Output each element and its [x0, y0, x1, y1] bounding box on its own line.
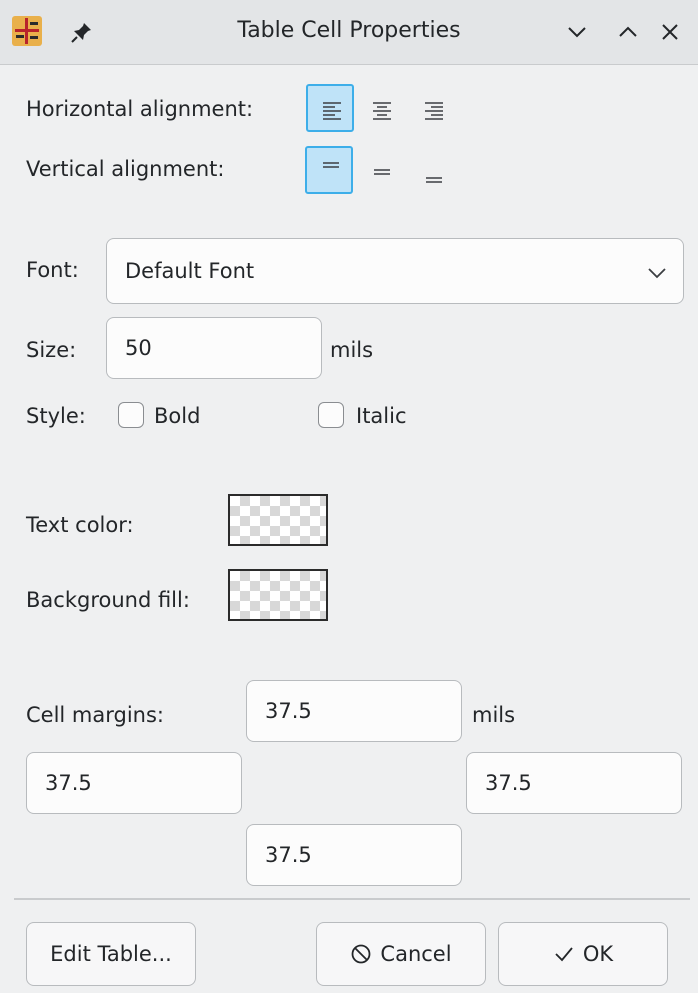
align-right-button[interactable] [408, 84, 456, 132]
align-bottom-icon [426, 177, 442, 183]
align-left-icon [323, 102, 341, 120]
ok-button-label: OK [582, 942, 614, 966]
chevron-down-icon [648, 268, 666, 279]
edit-table-button-label: Edit Table... [50, 942, 172, 966]
italic-checkbox[interactable] [318, 402, 344, 428]
size-unit-label: mils [330, 338, 374, 362]
horizontal-alignment-label: Horizontal alignment: [26, 97, 254, 121]
align-bottom-button[interactable] [408, 146, 456, 194]
align-middle-icon [374, 169, 390, 175]
vertical-alignment-label: Vertical alignment: [26, 157, 225, 181]
cancel-button-label: Cancel [380, 942, 452, 966]
align-center-icon [373, 102, 391, 120]
italic-label[interactable]: Italic [356, 404, 407, 428]
bold-label[interactable]: Bold [154, 404, 200, 428]
align-right-icon [425, 102, 443, 120]
font-select[interactable]: Default Font [106, 238, 684, 304]
align-left-button[interactable] [306, 84, 354, 132]
cancel-button[interactable]: Cancel [316, 922, 486, 986]
bold-checkbox[interactable] [118, 402, 144, 428]
text-color-swatch[interactable] [228, 494, 328, 546]
align-top-button[interactable] [305, 146, 353, 194]
size-label: Size: [26, 338, 77, 362]
text-color-label: Text color: [26, 513, 134, 537]
title-bar: Table Cell Properties [0, 0, 698, 65]
margin-left-input[interactable]: 37.5 [26, 752, 242, 814]
margin-bottom-input[interactable]: 37.5 [246, 824, 462, 886]
align-top-icon [323, 162, 339, 168]
align-middle-button[interactable] [356, 146, 404, 194]
margins-unit-label: mils [472, 703, 516, 727]
font-label: Font: [26, 258, 79, 282]
style-label: Style: [26, 404, 86, 428]
cell-margins-label: Cell margins: [26, 703, 165, 727]
checkmark-icon [555, 947, 573, 962]
background-fill-swatch[interactable] [228, 569, 328, 621]
margin-right-input[interactable]: 37.5 [466, 752, 682, 814]
background-fill-label: Background fill: [26, 588, 190, 612]
ok-button[interactable]: OK [498, 922, 668, 986]
cancel-icon [352, 944, 371, 964]
edit-table-button[interactable]: Edit Table... [26, 922, 196, 986]
margin-top-input[interactable]: 37.5 [246, 680, 462, 742]
font-select-value: Default Font [125, 259, 255, 283]
window-title: Table Cell Properties [237, 18, 461, 43]
chevron-down-icon[interactable] [563, 18, 591, 46]
align-center-button[interactable] [356, 84, 404, 132]
chevron-up-icon[interactable] [614, 18, 642, 46]
close-icon[interactable] [656, 18, 684, 46]
size-input[interactable]: 50 [106, 317, 322, 379]
separator [14, 898, 690, 900]
